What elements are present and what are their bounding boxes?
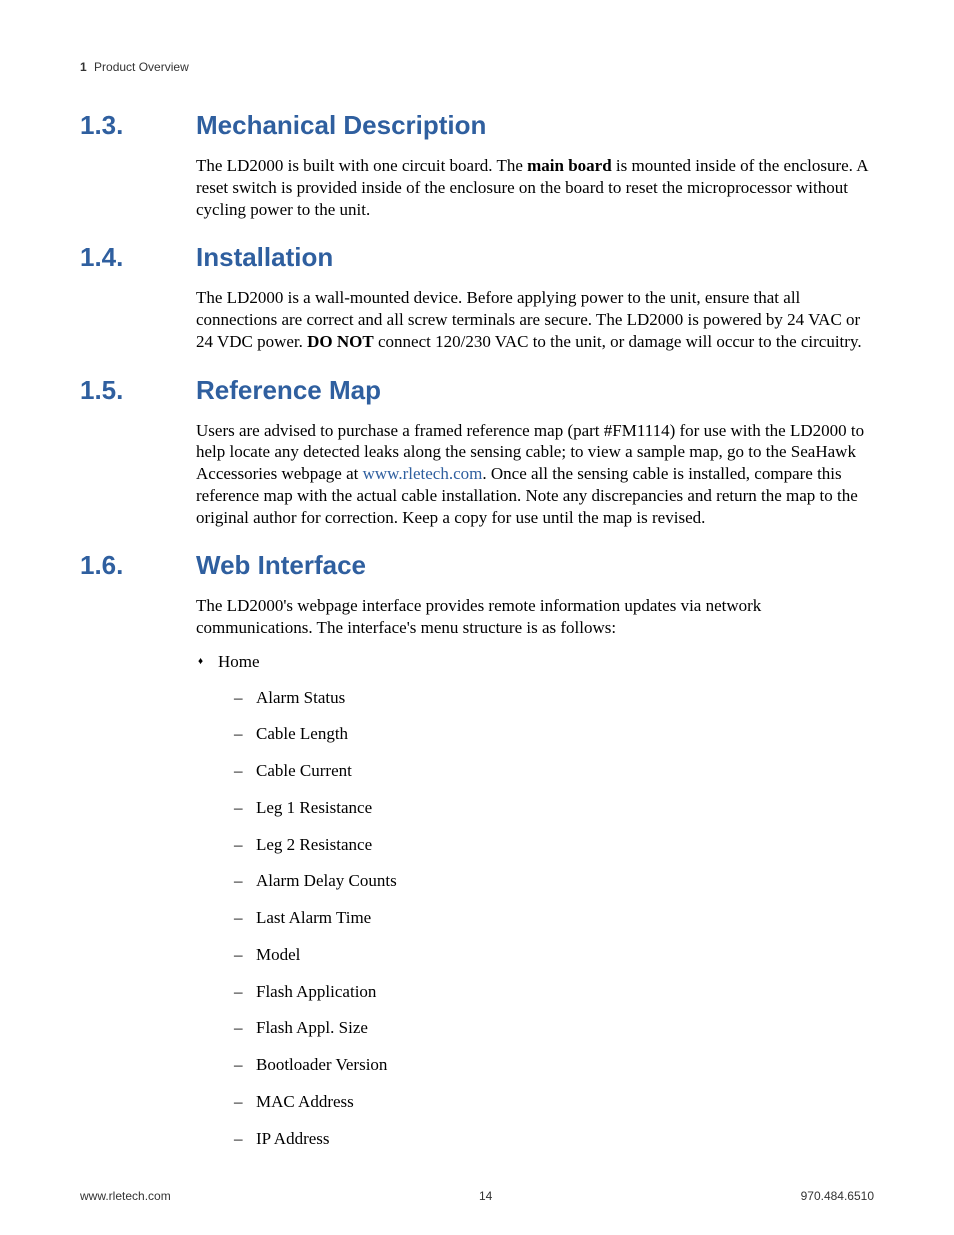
link-rletech[interactable]: www.rletech.com: [363, 464, 483, 483]
section-body: Users are advised to purchase a framed r…: [196, 420, 874, 529]
list-item: Flash Application: [234, 981, 874, 1003]
list-item: Home Alarm Status Cable Length Cable Cur…: [196, 651, 874, 1150]
section-title: Web Interface: [196, 550, 366, 581]
list-item: Cable Length: [234, 723, 874, 745]
section-number: 1.3.: [80, 110, 196, 141]
footer-right: 970.484.6510: [801, 1189, 874, 1203]
paragraph: The LD2000 is a wall-mounted device. Bef…: [196, 287, 874, 352]
section-heading: 1.6. Web Interface: [80, 550, 874, 581]
list-item: MAC Address: [234, 1091, 874, 1113]
sub-list: Alarm Status Cable Length Cable Current …: [234, 687, 874, 1150]
section-heading: 1.3. Mechanical Description: [80, 110, 874, 141]
menu-structure-list: Home Alarm Status Cable Length Cable Cur…: [196, 651, 874, 1150]
header-chapter-number: 1: [80, 60, 87, 74]
text: connect 120/230 VAC to the unit, or dama…: [374, 332, 862, 351]
list-item: Flash Appl. Size: [234, 1017, 874, 1039]
section-body: The LD2000 is built with one circuit boa…: [196, 155, 874, 220]
list-item: Cable Current: [234, 760, 874, 782]
list-item: Bootloader Version: [234, 1054, 874, 1076]
section-web-interface: 1.6. Web Interface The LD2000's webpage …: [80, 550, 874, 1149]
section-number: 1.6.: [80, 550, 196, 581]
list-item: IP Address: [234, 1128, 874, 1150]
page-footer: www.rletech.com 14 970.484.6510: [80, 1189, 874, 1203]
section-number: 1.5.: [80, 375, 196, 406]
section-heading: 1.5. Reference Map: [80, 375, 874, 406]
running-header: 1 Product Overview: [80, 60, 874, 74]
list-item: Alarm Delay Counts: [234, 870, 874, 892]
text: The LD2000 is built with one circuit boa…: [196, 156, 527, 175]
footer-left: www.rletech.com: [80, 1189, 171, 1203]
section-reference-map: 1.5. Reference Map Users are advised to …: [80, 375, 874, 529]
section-body: The LD2000's webpage interface provides …: [196, 595, 874, 1149]
footer-page-number: 14: [479, 1189, 492, 1203]
section-title: Installation: [196, 242, 333, 273]
list-item: Leg 2 Resistance: [234, 834, 874, 856]
list-item: Leg 1 Resistance: [234, 797, 874, 819]
list-item: Alarm Status: [234, 687, 874, 709]
section-mechanical-description: 1.3. Mechanical Description The LD2000 i…: [80, 110, 874, 220]
paragraph: The LD2000 is built with one circuit boa…: [196, 155, 874, 220]
section-heading: 1.4. Installation: [80, 242, 874, 273]
list-item: Last Alarm Time: [234, 907, 874, 929]
section-body: The LD2000 is a wall-mounted device. Bef…: [196, 287, 874, 352]
paragraph: Users are advised to purchase a framed r…: [196, 420, 874, 529]
header-chapter-title: Product Overview: [94, 60, 189, 74]
section-title: Mechanical Description: [196, 110, 486, 141]
bold-text: main board: [527, 156, 612, 175]
section-number: 1.4.: [80, 242, 196, 273]
bold-text: DO NOT: [307, 332, 374, 351]
section-installation: 1.4. Installation The LD2000 is a wall-m…: [80, 242, 874, 352]
list-item: Model: [234, 944, 874, 966]
list-item-label: Home: [218, 652, 260, 671]
paragraph: The LD2000's webpage interface provides …: [196, 595, 874, 639]
document-page: 1 Product Overview 1.3. Mechanical Descr…: [0, 0, 954, 1235]
section-title: Reference Map: [196, 375, 381, 406]
